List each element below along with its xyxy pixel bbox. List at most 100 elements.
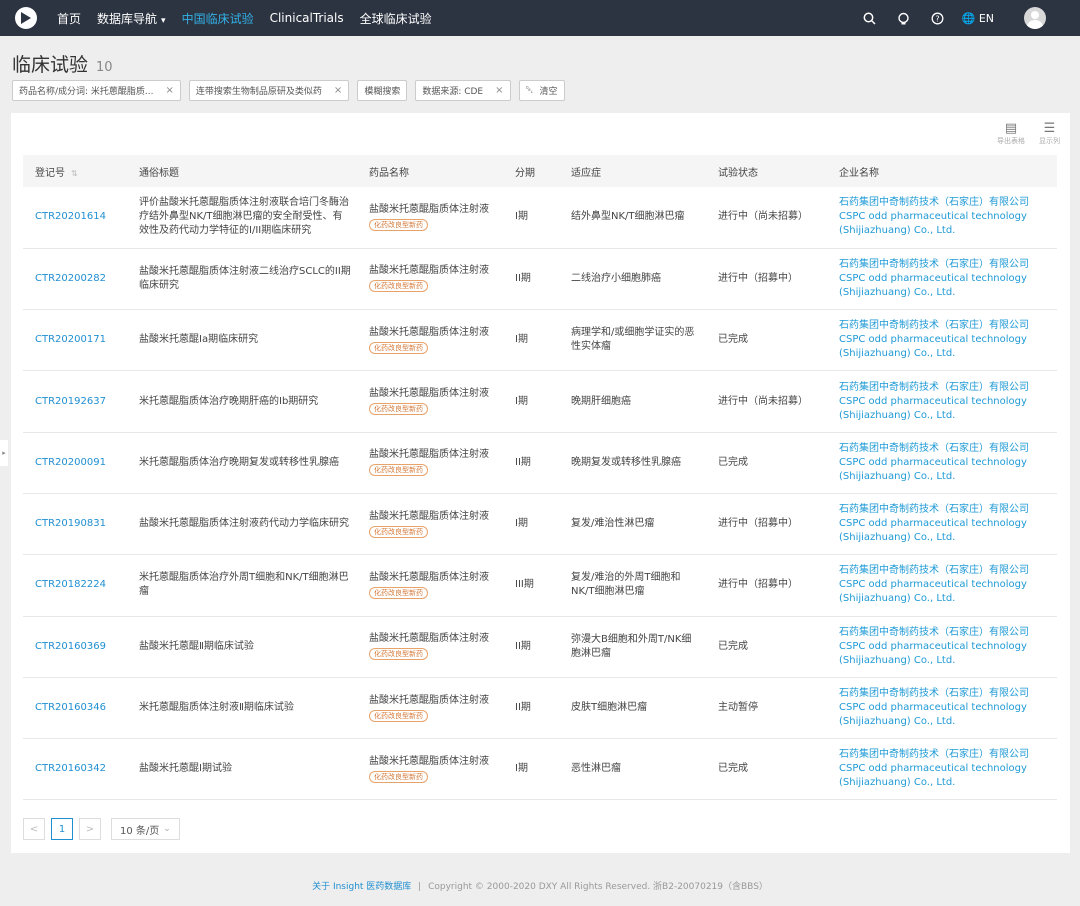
close-icon[interactable]: ×: [334, 85, 342, 96]
next-page-button[interactable]: >: [79, 818, 101, 840]
table-row: CTR20192637 米托蒽醌脂质体治疗晚期肝癌的Ⅰb期研究 盐酸米托蒽醌脂质体注…: [23, 370, 1057, 433]
sort-icon[interactable]: ⇅: [71, 169, 78, 178]
registration-number[interactable]: CTR20160369: [23, 616, 127, 678]
filter-chip-label: 连带搜索生物制品原研及类似药: [195, 87, 322, 97]
company-cell[interactable]: 石药集团中奇制药技术（石家庄）有限公司 CSPC odd pharmaceutic…: [827, 248, 1057, 311]
page-button-1[interactable]: 1: [51, 818, 73, 840]
drug-cell: 盐酸米托蒽醌脂质体注射液 化药改良型新药: [357, 677, 503, 740]
company-name-en[interactable]: CSPC odd pharmaceutical technology (Shij…: [839, 395, 1057, 423]
company-cell[interactable]: 石药集团中奇制药技术（石家庄）有限公司 CSPC odd pharmaceutic…: [827, 493, 1057, 556]
registration-number[interactable]: CTR20200171: [23, 309, 127, 372]
company-name-en[interactable]: CSPC odd pharmaceutical technology (Shij…: [839, 762, 1057, 790]
drug-name: 盐酸米托蒽醌脂质体注射液: [369, 633, 489, 645]
company-cell[interactable]: 石药集团中奇制药技术（石家庄）有限公司 CSPC odd pharmaceutic…: [827, 738, 1057, 801]
trial-status: 进行中（尚未招募）: [706, 187, 827, 249]
company-name-cn[interactable]: 石药集团中奇制药技术（石家庄）有限公司: [839, 564, 1057, 578]
table-row: CTR20160342 盐酸米托蒽醌Ⅰ期试验 盐酸米托蒽醌脂质体注射液 化药改良型新药…: [23, 738, 1057, 801]
company-name-cn[interactable]: 石药集团中奇制药技术（石家庄）有限公司: [839, 748, 1057, 762]
export-table-button[interactable]: ▤ 导出表格: [997, 121, 1025, 146]
column-settings-button[interactable]: ☰ 显示列: [1039, 121, 1060, 146]
company-name-en[interactable]: CSPC odd pharmaceutical technology (Shij…: [839, 210, 1057, 238]
company-name-cn[interactable]: 石药集团中奇制药技术（石家庄）有限公司: [839, 258, 1057, 272]
clear-filters-button[interactable]: ␡ 清空: [518, 80, 565, 101]
registration-number[interactable]: CTR20160346: [23, 677, 127, 740]
company-cell[interactable]: 石药集团中奇制药技术（石家庄）有限公司 CSPC odd pharmaceutic…: [827, 432, 1057, 494]
page-size-select[interactable]: 10 条/页 ⌄: [111, 818, 180, 840]
company-cell[interactable]: 石药集团中奇制药技术（石家庄）有限公司 CSPC odd pharmaceutic…: [827, 677, 1057, 740]
column-header-label: 分期: [515, 167, 535, 179]
trial-title: 米托蒽醌脂质体治疗晚期复发或转移性乳腺癌: [127, 432, 357, 494]
nav-item-label: 全球临床试验: [359, 11, 432, 26]
drug-cell: 盐酸米托蒽醌脂质体注射液 化药改良型新药: [357, 616, 503, 678]
company-name-cn[interactable]: 石药集团中奇制药技术（石家庄）有限公司: [839, 196, 1057, 210]
company-cell[interactable]: 石药集团中奇制药技术（石家庄）有限公司 CSPC odd pharmaceutic…: [827, 616, 1057, 678]
drug-type-badge: 化药改良型新药: [369, 403, 428, 416]
company-name-cn[interactable]: 石药集团中奇制药技术（石家庄）有限公司: [839, 319, 1057, 333]
filter-chip[interactable]: 连带搜索生物制品原研及类似药 ×: [188, 80, 350, 101]
trial-phase: I期: [503, 738, 559, 801]
registration-number[interactable]: CTR20190831: [23, 493, 127, 556]
filter-chip[interactable]: 模糊搜索: [357, 80, 408, 101]
registration-number[interactable]: CTR20201614: [23, 187, 127, 249]
close-icon[interactable]: ×: [495, 85, 503, 96]
company-name-cn[interactable]: 石药集团中奇制药技术（石家庄）有限公司: [839, 381, 1057, 395]
registration-number[interactable]: CTR20182224: [23, 554, 127, 617]
language-switch[interactable]: 🌐 EN: [962, 12, 994, 25]
search-icon[interactable]: [860, 8, 880, 28]
close-icon[interactable]: ×: [166, 85, 174, 96]
company-cell[interactable]: 石药集团中奇制药技术（石家庄）有限公司 CSPC odd pharmaceutic…: [827, 187, 1057, 249]
registration-number[interactable]: CTR20200282: [23, 248, 127, 311]
registration-number[interactable]: CTR20160342: [23, 738, 127, 801]
company-name-cn[interactable]: 石药集团中奇制药技术（石家庄）有限公司: [839, 442, 1057, 456]
registration-number[interactable]: CTR20200091: [23, 432, 127, 494]
nav-item-4[interactable]: 全球临床试验: [360, 10, 432, 27]
company-name-en[interactable]: CSPC odd pharmaceutical technology (Shij…: [839, 272, 1057, 300]
company-name-en[interactable]: CSPC odd pharmaceutical technology (Shij…: [839, 578, 1057, 606]
column-header-label: 企业名称: [839, 167, 879, 179]
trial-status: 主动暂停: [706, 677, 827, 740]
prev-page-button[interactable]: <: [23, 818, 45, 840]
logo[interactable]: [15, 7, 37, 29]
company-name-en[interactable]: CSPC odd pharmaceutical technology (Shij…: [839, 640, 1057, 668]
drug-type-badge: 化药改良型新药: [369, 709, 428, 722]
filter-chip[interactable]: 数据来源: CDE ×: [415, 80, 511, 101]
trial-phase: II期: [503, 677, 559, 740]
trial-status: 进行中（招募中）: [706, 554, 827, 617]
filter-chip[interactable]: 药品名称/成分词: 米托蒽醌脂质... ×: [12, 80, 181, 101]
trial-status: 进行中（尚未招募）: [706, 370, 827, 433]
notification-icon[interactable]: [894, 8, 914, 28]
nav-item-0[interactable]: 首页: [57, 10, 81, 27]
registration-number[interactable]: CTR20192637: [23, 370, 127, 433]
table-row: CTR20160369 盐酸米托蒽醌Ⅱ期临床试验 盐酸米托蒽醌脂质体注射液 化药改良型…: [23, 616, 1057, 678]
avatar[interactable]: [1024, 7, 1046, 29]
company-name-cn[interactable]: 石药集团中奇制药技术（石家庄）有限公司: [839, 503, 1057, 517]
company-name-en[interactable]: CSPC odd pharmaceutical technology (Shij…: [839, 456, 1057, 484]
company-name-cn[interactable]: 石药集团中奇制药技术（石家庄）有限公司: [839, 626, 1057, 640]
company-cell[interactable]: 石药集团中奇制药技术（石家庄）有限公司 CSPC odd pharmaceutic…: [827, 309, 1057, 372]
pagination: < 1 > 10 条/页 ⌄: [23, 818, 180, 840]
company-name-en[interactable]: CSPC odd pharmaceutical technology (Shij…: [839, 517, 1057, 545]
help-icon[interactable]: ?: [928, 8, 948, 28]
company-cell[interactable]: 石药集团中奇制药技术（石家庄）有限公司 CSPC odd pharmaceutic…: [827, 554, 1057, 617]
nav-item-label: ClinicalTrials: [269, 11, 344, 25]
company-name-en[interactable]: CSPC odd pharmaceutical technology (Shij…: [839, 701, 1057, 729]
sidebar-toggle[interactable]: ▸: [0, 440, 8, 466]
nav-item-2[interactable]: 中国临床试验: [182, 10, 254, 27]
nav-item-3[interactable]: ClinicalTrials: [270, 11, 344, 25]
about-link[interactable]: 关于 Insight 医药数据库: [312, 882, 411, 892]
company-name-cn[interactable]: 石药集团中奇制药技术（石家庄）有限公司: [839, 687, 1057, 701]
company-cell[interactable]: 石药集团中奇制药技术（石家庄）有限公司 CSPC odd pharmaceutic…: [827, 370, 1057, 433]
column-header[interactable]: 登记号 ⇅: [23, 155, 127, 187]
trial-phase: I期: [503, 309, 559, 372]
trial-title: 盐酸米托蒽醌脂质体注射液药代动力学临床研究: [127, 493, 357, 556]
trial-phase: I期: [503, 187, 559, 249]
nav-item-1[interactable]: 数据库导航 ▾: [97, 10, 166, 27]
company-name-en[interactable]: CSPC odd pharmaceutical technology (Shij…: [839, 333, 1057, 361]
drug-name: 盐酸米托蒽醌脂质体注射液: [369, 694, 489, 706]
drug-type-badge: 化药改良型新药: [369, 525, 428, 538]
drug-type-badge: 化药改良型新药: [369, 341, 428, 354]
drug-cell: 盐酸米托蒽醌脂质体注射液 化药改良型新药: [357, 554, 503, 617]
export-icon: ▤: [1004, 121, 1018, 136]
column-header-label: 试验状态: [718, 167, 758, 179]
indication: 二线治疗小细胞肺癌: [559, 248, 706, 311]
